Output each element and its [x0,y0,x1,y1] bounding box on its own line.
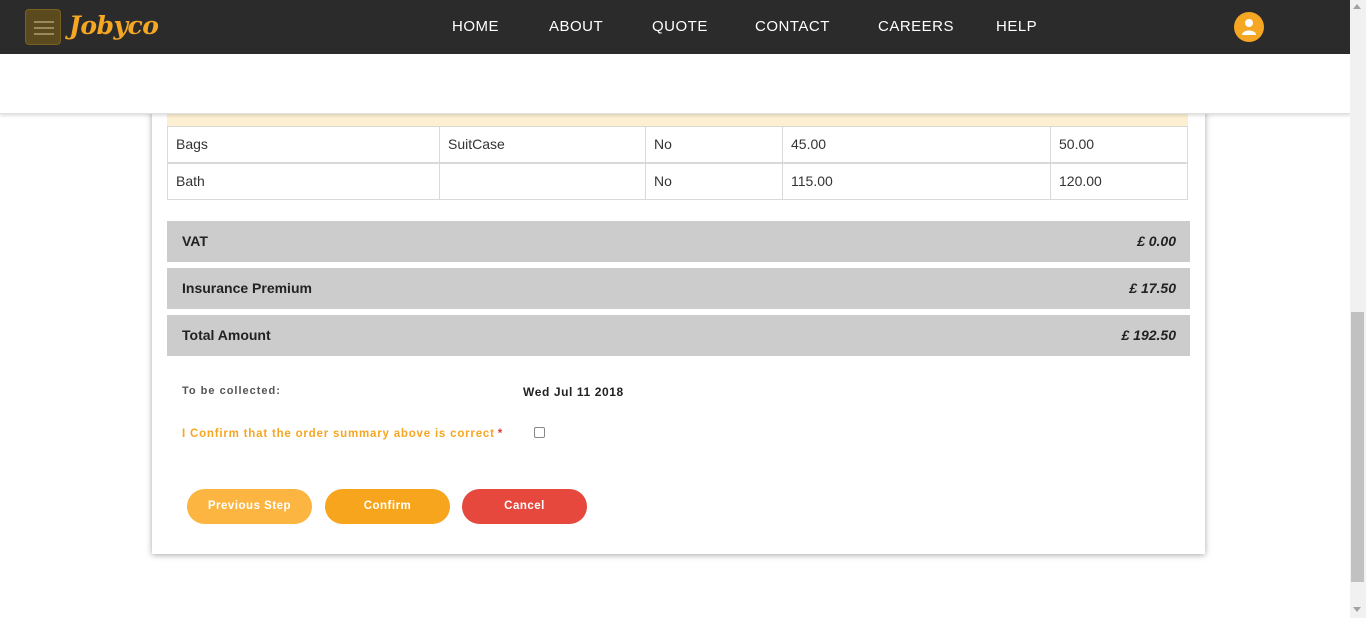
vat-value: £ 0.00 [1137,233,1176,249]
table-cell: 115.00 [783,164,1051,199]
total-amount-row: Total Amount £ 192.50 [167,315,1190,356]
table-cell: SuitCase [440,127,646,162]
vat-label: VAT [182,233,208,249]
confirm-button[interactable]: Confirm [325,489,450,524]
table-cell: 120.00 [1059,173,1102,189]
previous-step-button[interactable]: Previous Step [187,489,312,524]
scroll-down-arrow-icon[interactable] [1353,607,1361,612]
insurance-premium-value: £ 17.50 [1129,280,1176,296]
table-cell: Bags [168,127,440,162]
insurance-premium-label: Insurance Premium [182,280,312,296]
nav-careers[interactable]: CAREERS [878,0,954,54]
confirm-order-checkbox[interactable] [534,427,545,438]
nav-quote[interactable]: QUOTE [652,0,708,54]
table-cell: Bath [168,164,440,199]
table-row: Bags SuitCase No 45.00 50.00 [167,126,1188,163]
required-marker: * [497,428,503,440]
vat-row: VAT £ 0.00 [167,221,1190,262]
confirm-order-label: I Confirm that the order summary above i… [182,428,503,440]
table-cell: 50.00 [1059,136,1095,152]
confirm-order-text: I Confirm that the order summary above i… [182,428,495,440]
collection-label: To be collected: [182,385,281,397]
nav-about[interactable]: ABOUT [549,0,603,54]
scroll-up-arrow-icon[interactable] [1353,4,1361,9]
table-cell: 45.00 [783,127,1051,162]
table-cell [440,164,646,199]
user-account-icon[interactable] [1234,12,1264,42]
table-cell: No [646,127,783,162]
cancel-button[interactable]: Cancel [462,489,587,524]
insurance-premium-row: Insurance Premium £ 17.50 [167,268,1190,309]
scrollbar-thumb[interactable] [1351,312,1364,582]
subheader-strip [0,54,1350,114]
collection-date: Wed Jul 11 2018 [523,385,624,399]
total-amount-value: £ 192.50 [1121,327,1177,343]
table-row: Bath No 115.00 120.00 [167,163,1188,200]
table-cell: No [646,164,783,199]
nav-home[interactable]: HOME [452,0,499,54]
top-navbar: Jobyco HOME ABOUT QUOTE CONTACT CAREERS … [0,0,1350,54]
total-amount-label: Total Amount [182,327,271,343]
nav-help[interactable]: HELP [996,0,1037,54]
hamburger-menu-icon[interactable] [25,9,61,45]
brand-logo[interactable]: Jobyco [69,8,159,44]
nav-contact[interactable]: CONTACT [755,0,830,54]
